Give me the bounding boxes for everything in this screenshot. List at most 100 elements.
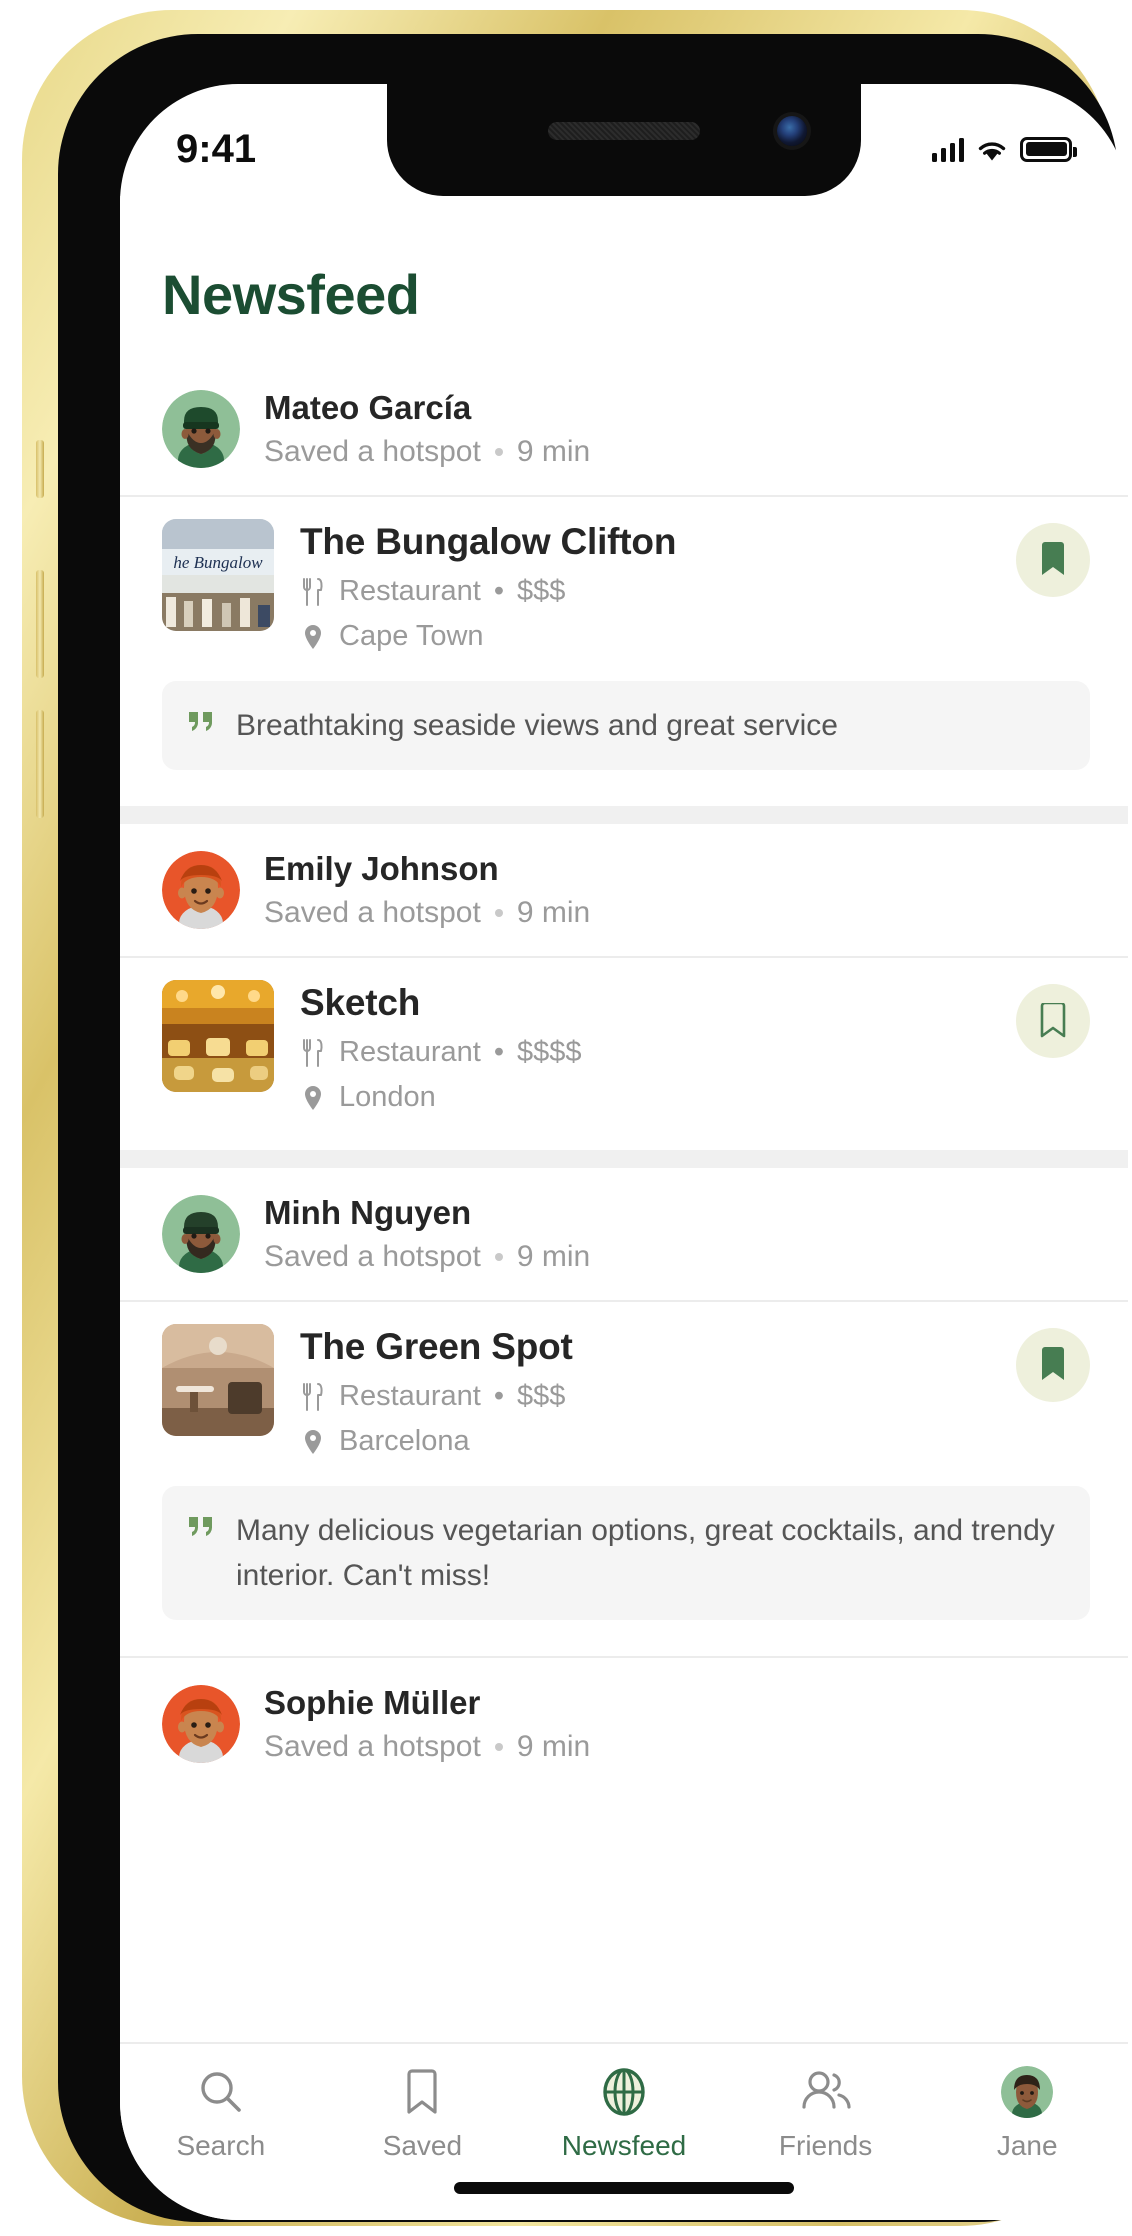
cutlery-icon bbox=[300, 1382, 326, 1412]
tab-label-friends: Friends bbox=[778, 2130, 873, 2161]
separator-bullet-icon: • bbox=[493, 575, 505, 607]
cutlery-icon bbox=[300, 1038, 326, 1068]
volume-down-button[interactable] bbox=[36, 710, 44, 818]
hotspot-price: $$$$ bbox=[517, 1036, 582, 1068]
avatar-minh bbox=[162, 1195, 240, 1273]
hotspot-info: The Bungalow Clifton Restaurant • $$$ Ca… bbox=[300, 519, 990, 653]
hotspot-block: he Bungalow The Bungalow Clifton Restaur… bbox=[120, 495, 1128, 806]
feed-item: Sophie Müller Saved a hotspot 9 min bbox=[120, 1656, 1128, 1790]
status-time: 9:41 bbox=[176, 126, 257, 171]
hotspot-location-line: Cape Town bbox=[300, 620, 990, 653]
feed-divider bbox=[120, 1150, 1128, 1168]
separator-dot-icon bbox=[494, 448, 503, 456]
home-indicator[interactable] bbox=[454, 2182, 794, 2194]
hotspot-quote: Breathtaking seaside views and great ser… bbox=[162, 681, 1090, 770]
feed-user-name: Mateo García bbox=[264, 389, 472, 426]
map-pin-icon bbox=[300, 1427, 326, 1457]
feed-user-time: 9 min bbox=[516, 896, 591, 929]
separator-dot-icon bbox=[494, 909, 503, 917]
hotspot-location: London bbox=[339, 1081, 436, 1113]
thumb-sketch bbox=[162, 980, 274, 1092]
separator-dot-icon bbox=[494, 1253, 503, 1261]
feed-item: Emily Johnson Saved a hotspot 9 min Sket… bbox=[120, 824, 1128, 1150]
app-content: Newsfeed Mateo García Saved a hotspot 9 … bbox=[120, 196, 1128, 2042]
feed-user-action: Saved a hotspot bbox=[264, 1730, 481, 1763]
avatar-sophie bbox=[162, 1685, 240, 1763]
tab-saved[interactable]: Saved bbox=[322, 2066, 524, 2162]
feed-item: Mateo García Saved a hotspot 9 min he Bu… bbox=[120, 363, 1128, 806]
quote-icon bbox=[188, 703, 216, 738]
hotspot-quote: Many delicious vegetarian options, great… bbox=[162, 1486, 1090, 1620]
bookmark-filled-icon[interactable] bbox=[1016, 1328, 1090, 1402]
avatar-mateo bbox=[162, 390, 240, 468]
hotspot-price: $$$ bbox=[517, 575, 566, 607]
status-indicators bbox=[931, 136, 1077, 162]
map-pin-icon bbox=[300, 622, 326, 652]
phone-frame: 9:41 Newsfeed Mateo García Saved a hotsp… bbox=[22, 10, 1128, 2226]
hotspot-location-line: London bbox=[300, 1081, 990, 1114]
feed-user-meta: Sophie Müller Saved a hotspot 9 min bbox=[264, 1684, 590, 1764]
hotspot-name: The Green Spot bbox=[300, 1326, 573, 1367]
feed-user-meta: Emily Johnson Saved a hotspot 9 min bbox=[264, 850, 590, 930]
hotspot-row[interactable]: he Bungalow The Bungalow Clifton Restaur… bbox=[120, 495, 1128, 667]
separator-bullet-icon: • bbox=[493, 1380, 505, 1412]
hotspot-category-line: Restaurant • $$$$ bbox=[300, 1036, 990, 1069]
feed-user-row[interactable]: Minh Nguyen Saved a hotspot 9 min bbox=[120, 1168, 1128, 1300]
hotspot-row[interactable]: The Green Spot Restaurant • $$$ Barcelon… bbox=[120, 1300, 1128, 1472]
feed-item: Minh Nguyen Saved a hotspot 9 min The Gr… bbox=[120, 1168, 1128, 1656]
feed-user-action: Saved a hotspot bbox=[264, 896, 481, 929]
feed-user-meta: Minh Nguyen Saved a hotspot 9 min bbox=[264, 1194, 590, 1274]
hotspot-category: Restaurant bbox=[339, 1380, 481, 1412]
feed-user-name: Minh Nguyen bbox=[264, 1194, 472, 1231]
separator-bullet-icon: • bbox=[493, 1036, 505, 1068]
hotspot-category: Restaurant bbox=[339, 575, 481, 607]
mute-switch[interactable] bbox=[36, 440, 44, 498]
thumb-bungalow: he Bungalow bbox=[162, 519, 274, 631]
feed-user-row[interactable]: Sophie Müller Saved a hotspot 9 min bbox=[120, 1656, 1128, 1790]
feed-user-name: Sophie Müller bbox=[264, 1684, 481, 1721]
hotspot-quote-text: Many delicious vegetarian options, great… bbox=[236, 1514, 1055, 1592]
hotspot-category-line: Restaurant • $$$ bbox=[300, 1380, 990, 1413]
bookmark-icon bbox=[402, 2066, 442, 2118]
quote-icon bbox=[188, 1508, 216, 1543]
tab-friends[interactable]: Friends bbox=[725, 2066, 927, 2162]
feed-divider bbox=[120, 806, 1128, 824]
search-icon bbox=[198, 2066, 244, 2118]
people-icon bbox=[799, 2066, 853, 2118]
svg-text:he Bungalow: he Bungalow bbox=[173, 553, 263, 572]
hotspot-location: Cape Town bbox=[339, 620, 484, 652]
tab-label-saved: Saved bbox=[382, 2130, 463, 2161]
bookmark-filled-icon[interactable] bbox=[1016, 523, 1090, 597]
hotspot-price: $$$ bbox=[517, 1380, 566, 1412]
tab-search[interactable]: Search bbox=[120, 2066, 322, 2162]
map-pin-icon bbox=[300, 1083, 326, 1113]
phone-body: 9:41 Newsfeed Mateo García Saved a hotsp… bbox=[58, 34, 1128, 2222]
tab-newsfeed[interactable]: Newsfeed bbox=[523, 2066, 725, 2162]
hotspot-block: Sketch Restaurant • $$$$ London bbox=[120, 956, 1128, 1150]
avatar-jane bbox=[1001, 2066, 1054, 2118]
feed-user-action: Saved a hotspot bbox=[264, 1240, 481, 1273]
feed-user-subtitle: Saved a hotspot 9 min bbox=[264, 1240, 590, 1274]
bookmark-outline-icon[interactable] bbox=[1016, 984, 1090, 1058]
feed-user-time: 9 min bbox=[516, 435, 591, 468]
cellular-signal-icon bbox=[931, 137, 964, 162]
cutlery-icon bbox=[300, 577, 326, 607]
tab-label-profile: Jane bbox=[996, 2130, 1058, 2161]
volume-up-button[interactable] bbox=[36, 570, 44, 678]
hotspot-row[interactable]: Sketch Restaurant • $$$$ London bbox=[120, 956, 1128, 1128]
avatar-emily bbox=[162, 851, 240, 929]
hotspot-quote-text: Breathtaking seaside views and great ser… bbox=[236, 709, 838, 742]
feed-user-subtitle: Saved a hotspot 9 min bbox=[264, 435, 590, 469]
hotspot-category-line: Restaurant • $$$ bbox=[300, 575, 990, 608]
hotspot-info: Sketch Restaurant • $$$$ London bbox=[300, 980, 990, 1114]
tab-label-search: Search bbox=[176, 2130, 266, 2161]
feed-user-row[interactable]: Mateo García Saved a hotspot 9 min bbox=[120, 363, 1128, 495]
hotspot-name: The Bungalow Clifton bbox=[300, 521, 677, 562]
feed-user-time: 9 min bbox=[516, 1240, 591, 1273]
feed-user-row[interactable]: Emily Johnson Saved a hotspot 9 min bbox=[120, 824, 1128, 956]
hotspot-name: Sketch bbox=[300, 982, 421, 1023]
tab-profile[interactable]: Jane bbox=[926, 2066, 1128, 2162]
separator-dot-icon bbox=[494, 1743, 503, 1751]
hotspot-info: The Green Spot Restaurant • $$$ Barcelon… bbox=[300, 1324, 990, 1458]
feed-user-action: Saved a hotspot bbox=[264, 435, 481, 468]
